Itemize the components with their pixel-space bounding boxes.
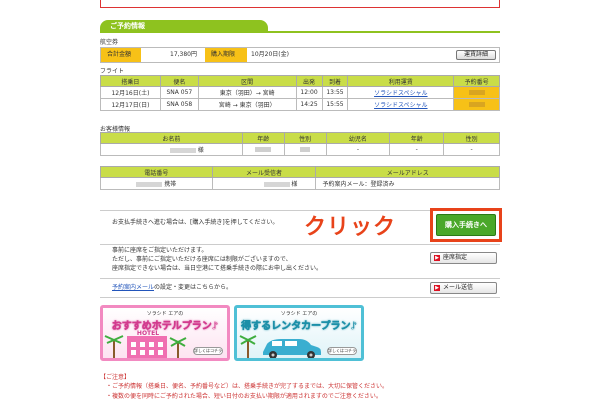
note-item: ・ご予約情報（搭乗日、便名、予約番号など）は、搭乗手続きが完了するまでは、大切に… bbox=[106, 383, 389, 390]
total-label: 合計金額 bbox=[101, 48, 141, 62]
hotel-detail-link[interactable]: 詳しくはコチラ bbox=[193, 347, 223, 355]
flight-label: フライト bbox=[100, 68, 125, 75]
hotel-banner-subtitle: ソラシド エアの bbox=[146, 311, 184, 317]
mail-status: 予約案内メール：登録済み bbox=[315, 177, 500, 190]
th-age: 年齢 bbox=[241, 132, 285, 144]
customer-gender bbox=[283, 143, 327, 156]
ticket-label: 航空券 bbox=[100, 39, 119, 46]
th-flight-no: 便名 bbox=[159, 75, 199, 87]
customer-age bbox=[241, 143, 285, 156]
flight-route: 宮崎 → 東京（羽田） bbox=[197, 98, 297, 111]
mail-recipient-cell: 様 bbox=[211, 177, 317, 190]
seat-instruction-2: ただし、事前にご指定いただける座席には制限がございますので、 bbox=[112, 256, 292, 263]
infant-gender: - bbox=[443, 143, 500, 156]
th-route: 区間 bbox=[197, 75, 297, 87]
table-row: 12月17日(日) SNA 058 宮崎 → 東京（羽田） 14:25 15:5… bbox=[100, 98, 500, 111]
total-value: 17,380円 bbox=[170, 51, 197, 58]
th-arrive: 到着 bbox=[321, 75, 349, 87]
customer-name: 様 bbox=[100, 143, 243, 156]
arrow-right-icon: ▶ bbox=[434, 285, 440, 291]
deadline-value: 10月20日(金) bbox=[251, 51, 289, 58]
th-mail-recipient: メール受信者 bbox=[211, 166, 317, 178]
hotel-plan-banner[interactable]: ソラシド エアの おすすめホテルプラン♪ HOTEL 詳しくはコチラ bbox=[100, 305, 230, 361]
fare-link[interactable]: ソラシドスペシャル bbox=[347, 98, 455, 111]
th-gender: 性別 bbox=[283, 132, 327, 144]
flight-depart: 14:25 bbox=[295, 98, 323, 111]
table-row: 様 - - - bbox=[100, 143, 500, 156]
purchase-instruction: お支払手続きへ進む場合は、[購入手続き]を押してください。 bbox=[112, 219, 279, 226]
rentacar-plan-banner[interactable]: ソラシド エアの 得するレンタカープラン♪ 詳しくはコチラ bbox=[234, 305, 364, 361]
th-depart: 出発 bbox=[295, 75, 323, 87]
booking-number-redacted bbox=[453, 86, 500, 99]
purchase-button[interactable]: 購入手続きへ bbox=[436, 214, 496, 236]
click-callout: クリック bbox=[304, 215, 397, 240]
infant-name: - bbox=[325, 143, 391, 156]
th-mail-address: メールアドレス bbox=[315, 166, 500, 178]
th-infant-name: 幼児名 bbox=[325, 132, 391, 144]
deadline-label: 購入期限 bbox=[205, 48, 247, 62]
car-banner-subtitle: ソラシド エアの bbox=[280, 311, 318, 317]
section-divider bbox=[100, 31, 500, 33]
seat-select-button[interactable]: ▶ 座席指定 bbox=[430, 252, 497, 264]
table-row: 12月16日(土) SNA 057 東京（羽田）→ 宮崎 12:00 13:55… bbox=[100, 86, 500, 99]
infant-age: - bbox=[389, 143, 445, 156]
flight-header-row: 搭乗日 便名 区間 出発 到着 利用運賃 予約番号 bbox=[100, 75, 500, 87]
flight-arrive: 15:55 bbox=[321, 98, 349, 111]
seat-instruction-3: 座席指定できない場合は、当日空港にて搭乗手続きの際にお申し出ください。 bbox=[112, 265, 323, 272]
flight-depart: 12:00 bbox=[295, 86, 323, 99]
flight-route: 東京（羽田）→ 宮崎 bbox=[197, 86, 297, 99]
th-fare: 利用運賃 bbox=[347, 75, 455, 87]
ticket-summary: 合計金額 17,380円 購入期限 10月20日(金) 運賃詳細 bbox=[100, 47, 500, 63]
mail-link[interactable]: 予約案内メール bbox=[112, 284, 154, 291]
flight-date: 12月16日(土) bbox=[100, 86, 161, 99]
th-name: お名前 bbox=[100, 132, 243, 144]
th-infant-age: 年齢 bbox=[389, 132, 445, 144]
th-date: 搭乗日 bbox=[100, 75, 161, 87]
car-detail-link[interactable]: 詳しくはコチラ bbox=[327, 347, 357, 355]
customer-header-row: お名前 年齢 性別 幼児名 年齢 性別 bbox=[100, 132, 500, 144]
customer-table: お名前 年齢 性別 幼児名 年齢 性別 様 - - - bbox=[100, 132, 500, 156]
flight-arrive: 13:55 bbox=[321, 86, 349, 99]
arrow-right-icon: ▶ bbox=[434, 255, 440, 261]
th-infant-gender: 性別 bbox=[443, 132, 500, 144]
th-phone: 電話番号 bbox=[100, 166, 213, 178]
top-frame bbox=[100, 0, 500, 8]
notes-heading: 【ご注意】 bbox=[100, 374, 131, 381]
flight-date: 12月17日(日) bbox=[100, 98, 161, 111]
fare-link[interactable]: ソラシドスペシャル bbox=[347, 86, 455, 99]
fare-detail-button[interactable]: 運賃詳細 bbox=[456, 50, 496, 60]
contact-table: 電話番号 メール受信者 メールアドレス 携帯 様 予約案内メール：登録済み bbox=[100, 166, 500, 190]
booking-number-redacted bbox=[453, 98, 500, 111]
hotel-word: HOTEL bbox=[136, 330, 160, 337]
contact-header-row: 電話番号 メール受信者 メールアドレス bbox=[100, 166, 500, 178]
mail-instruction: 予約案内メールの設定・変更はこちらから。 bbox=[112, 284, 233, 291]
flight-no: SNA 057 bbox=[159, 86, 199, 99]
th-booking-no: 予約番号 bbox=[453, 75, 500, 87]
flight-table: 搭乗日 便名 区間 出発 到着 利用運賃 予約番号 12月16日(土) SNA … bbox=[100, 75, 500, 111]
note-item: ・複数の便を同時にご予約された場合、短い日付のお支払い期限が適用されますのでご注… bbox=[106, 393, 382, 400]
flight-no: SNA 058 bbox=[159, 98, 199, 111]
table-row: 携帯 様 予約案内メール：登録済み bbox=[100, 177, 500, 190]
seat-instruction-1: 事前に座席をご指定いただけます。 bbox=[112, 247, 208, 254]
phone-cell: 携帯 bbox=[100, 177, 213, 190]
mail-send-button[interactable]: ▶ メール送信 bbox=[430, 282, 497, 294]
